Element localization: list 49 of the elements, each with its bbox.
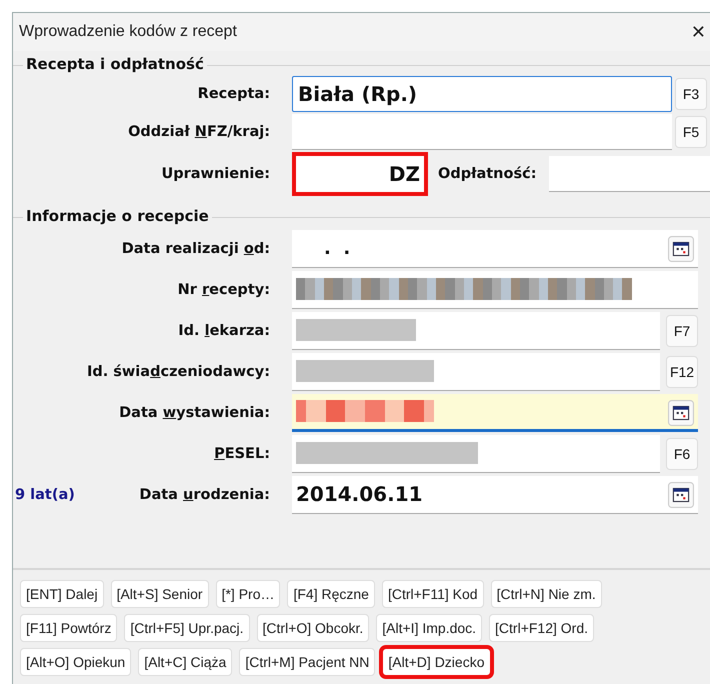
key-button[interactable]: F3 <box>675 78 707 110</box>
shortcut-button[interactable]: [Ctrl+N] Nie zm. <box>490 580 602 608</box>
field-label: Oddział NFZ/kraj: <box>128 124 270 140</box>
shortcut-button[interactable]: [Ctrl+M] Pacjent NN <box>239 648 376 676</box>
input-field[interactable] <box>292 394 698 432</box>
field-label: Uprawnienie: <box>161 166 270 182</box>
field-label: Id. świadczeniodawcy: <box>86 364 270 380</box>
field-label: PESEL: <box>214 446 270 462</box>
key-button[interactable]: F6 <box>666 438 698 470</box>
field-label: Data realizacji od: <box>122 240 270 256</box>
field-label: Id. lekarza: <box>178 322 270 338</box>
shortcut-button[interactable]: [*] Pro… <box>216 580 280 608</box>
entitlement-field[interactable]: DZ <box>292 152 428 196</box>
shortcut-button[interactable]: [Alt+C] Ciąża <box>138 648 232 676</box>
group-title: Recepta i odpłatność <box>23 55 207 73</box>
group-title: Informacje o recepcie <box>23 207 212 225</box>
input-field[interactable]: 2014.06.11 <box>292 476 698 514</box>
shortcut-button[interactable]: [F4] Ręczne <box>287 580 375 608</box>
input-field[interactable] <box>292 312 660 350</box>
shortcut-button[interactable]: [Ctrl+O] Obcokr. <box>256 614 370 642</box>
input-field[interactable] <box>292 114 672 150</box>
input-field[interactable] <box>548 156 710 192</box>
shortcut-button[interactable]: [Alt+I] Imp.doc. <box>376 614 482 642</box>
shortcut-button[interactable]: [Ctrl+F11] Kod <box>382 580 484 608</box>
calendar-icon[interactable] <box>668 236 694 262</box>
key-button[interactable]: F7 <box>666 314 698 346</box>
field-label: Recepta: <box>198 86 270 102</box>
field-label: Nr recepty: <box>178 282 270 298</box>
shortcut-button[interactable]: [Alt+S] Senior <box>110 580 209 608</box>
input-field[interactable] <box>292 434 660 472</box>
input-field[interactable] <box>292 352 660 390</box>
field-label: Data wystawienia: <box>119 404 270 420</box>
calendar-icon[interactable] <box>668 400 694 426</box>
key-button[interactable]: F5 <box>675 116 707 148</box>
calendar-icon[interactable] <box>668 482 694 508</box>
input-field[interactable]: . . <box>292 230 698 268</box>
window-title: Wprowadzenie kodów z recept <box>19 23 237 41</box>
close-button[interactable]: ✕ <box>686 22 710 42</box>
age-label: 9 lat(a) <box>15 486 75 502</box>
shortcut-button[interactable]: [Ctrl+F5] Upr.pacj. <box>124 614 250 642</box>
input-field[interactable]: Biała (Rp.) <box>292 76 672 112</box>
shortcut-button[interactable]: [ENT] Dalej <box>20 580 104 608</box>
field-label: Data urodzenia: <box>139 486 270 502</box>
shortcut-button[interactable]: [F11] Powtórz <box>20 614 118 642</box>
input-field[interactable] <box>292 270 698 308</box>
shortcut-button[interactable]: [Alt+O] Opiekun <box>20 648 132 676</box>
key-button[interactable]: F12 <box>666 356 698 388</box>
field-label: Odpłatność: <box>438 166 536 182</box>
shortcut-button[interactable]: [Ctrl+F12] Ord. <box>489 614 594 642</box>
